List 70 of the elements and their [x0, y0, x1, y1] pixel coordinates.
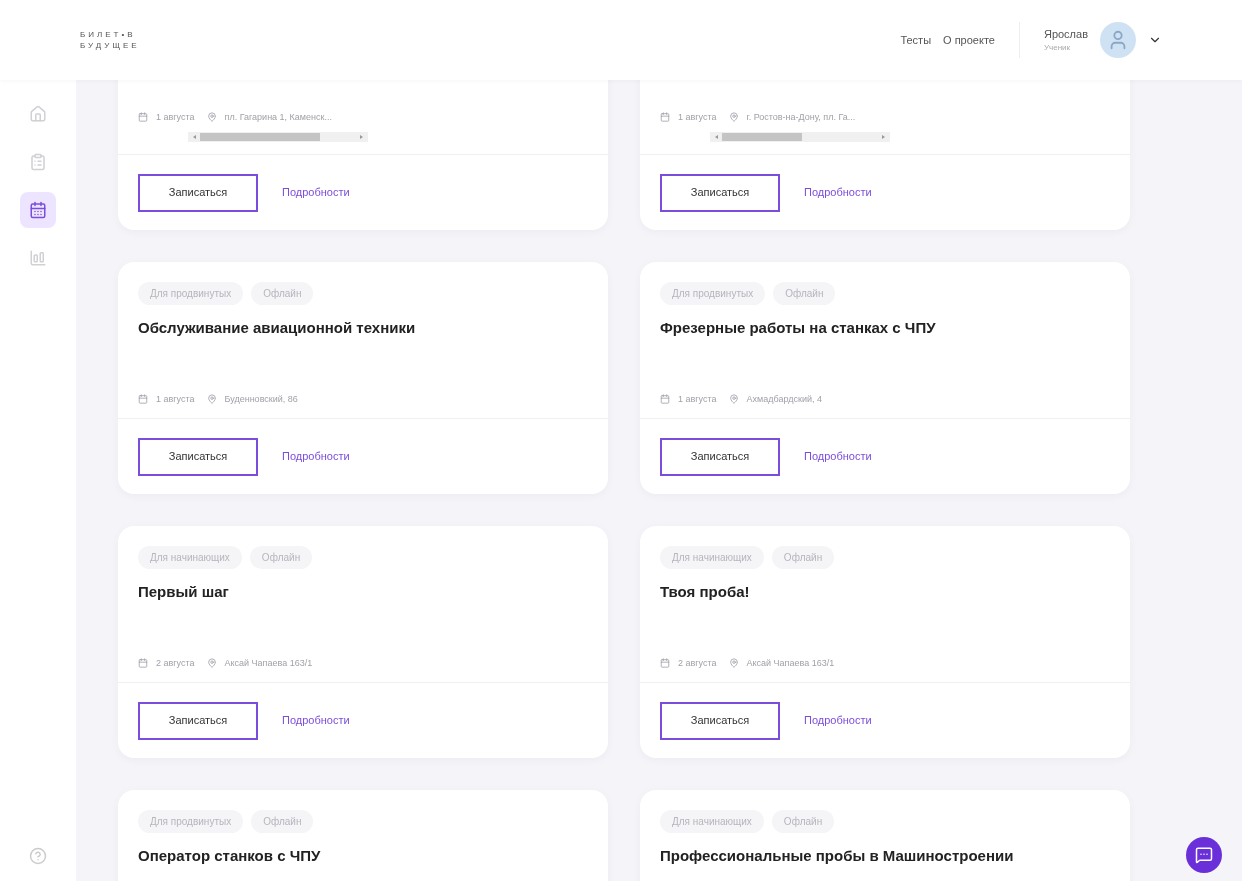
event-title: Оператор станков с ЧПУ	[138, 846, 322, 866]
calendar-icon	[138, 394, 148, 405]
calendar-icon	[138, 112, 148, 123]
tag: Для продвинутых	[138, 810, 244, 833]
help-icon[interactable]	[29, 847, 47, 865]
details-link[interactable]: Подробности	[282, 184, 350, 201]
tag: Офлайн	[251, 282, 314, 305]
chat-button[interactable]	[1186, 837, 1222, 873]
location-pin-icon	[206, 394, 217, 405]
signup-button[interactable]: Записаться	[138, 437, 258, 476]
logo[interactable]: БИЛЕТ•В БУДУЩЕЕ	[80, 29, 140, 51]
details-link[interactable]: Подробности	[804, 448, 872, 465]
event-date: 1 августа	[156, 110, 195, 124]
location-pin-icon	[728, 112, 739, 123]
horizontal-scrollbar[interactable]	[188, 132, 368, 142]
event-date: 1 августа	[678, 392, 717, 406]
tag: Для начинающих	[660, 810, 764, 833]
event-date: 1 августа	[156, 392, 195, 406]
event-title: Обслуживание авиационной техники	[138, 318, 417, 338]
horizontal-scrollbar[interactable]	[710, 132, 890, 142]
event-title: Твоя проба!	[660, 582, 751, 602]
user-name: Ярослав	[1043, 26, 1088, 42]
event-title: Фрезерные работы на станках с ЧПУ	[660, 318, 937, 338]
event-location: Ахмадбардский, 4	[746, 392, 822, 406]
tag: Для продвинутых	[660, 282, 766, 305]
tag: Офлайн	[251, 810, 314, 833]
event-date: 1 августа	[678, 110, 717, 124]
event-date: 2 августа	[678, 656, 717, 670]
location-pin-icon	[206, 658, 217, 669]
home-icon	[29, 105, 47, 123]
nav-link[interactable]: Тесты	[900, 31, 932, 49]
calendar-icon	[660, 394, 670, 405]
calendar-icon	[138, 658, 148, 669]
user-role: Ученик	[1043, 42, 1072, 55]
signup-button[interactable]: Записаться	[660, 437, 780, 476]
location-pin-icon	[728, 394, 739, 405]
signup-button[interactable]: Записаться	[660, 701, 780, 740]
avatar[interactable]	[1100, 22, 1136, 58]
calendar-icon	[660, 658, 670, 669]
tag: Офлайн	[771, 810, 835, 833]
signup-button[interactable]: Записаться	[138, 701, 258, 740]
tag: Для продвинутых	[138, 282, 244, 305]
chart-icon	[29, 249, 47, 267]
clipboard-icon	[29, 153, 47, 171]
chat-icon	[1195, 846, 1213, 864]
signup-button[interactable]: Записаться	[660, 173, 780, 212]
tag: Для начинающих	[138, 546, 242, 569]
event-location: г. Ростов-на-Дону, пл. Га...	[746, 110, 856, 124]
tag: Офлайн	[249, 546, 313, 569]
signup-button[interactable]: Записаться	[138, 173, 258, 212]
location-pin-icon	[206, 112, 217, 123]
event-location: пл. Гагарина 1, Каменск...	[224, 110, 332, 124]
event-title: Первый шаг	[138, 582, 230, 602]
tag: Офлайн	[771, 546, 835, 569]
event-location: Аксай Чапаева 163/1	[224, 656, 313, 670]
tag: Для начинающих	[660, 546, 764, 569]
event-location: Аксай Чапаева 163/1	[746, 656, 835, 670]
details-link[interactable]: Подробности	[804, 712, 872, 729]
event-date: 2 августа	[156, 656, 195, 670]
event-location: Буденновский, 86	[224, 392, 298, 406]
details-link[interactable]: Подробности	[282, 448, 350, 465]
location-pin-icon	[728, 658, 739, 669]
details-link[interactable]: Подробности	[804, 184, 872, 201]
calendar-icon	[660, 112, 670, 123]
sidebar-item[interactable]	[20, 192, 56, 228]
nav-link[interactable]: О проекте	[943, 31, 995, 49]
tag: Офлайн	[773, 282, 836, 305]
details-link[interactable]: Подробности	[282, 712, 350, 729]
calendar-icon	[29, 201, 47, 219]
event-title: Профессиональные пробы в Машиностроении	[660, 846, 1015, 866]
